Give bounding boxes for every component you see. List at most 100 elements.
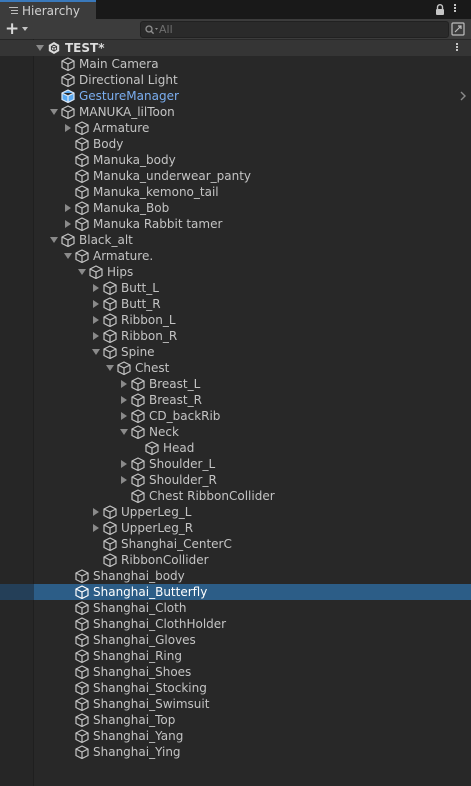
gameobject-icon — [131, 473, 145, 488]
hierarchy-row-shanghai-ring[interactable]: Shanghai_Ring — [0, 648, 471, 664]
hierarchy-row-shanghai-top[interactable]: Shanghai_Top — [0, 712, 471, 728]
hierarchy-row-butt-r[interactable]: Butt_R — [0, 296, 471, 312]
collapsed-arrow-icon[interactable] — [65, 124, 71, 132]
row-label: Armature. — [93, 249, 154, 263]
hierarchy-row-hips[interactable]: Hips — [0, 264, 471, 280]
row-label: Shanghai_Butterfly — [93, 585, 208, 599]
expanded-arrow-icon[interactable] — [50, 237, 58, 243]
hierarchy-row-shanghai-clothholder[interactable]: Shanghai_ClothHolder — [0, 616, 471, 632]
row-label: Shanghai_Stocking — [93, 681, 207, 695]
hierarchy-row-body[interactable]: Body — [0, 136, 471, 152]
collapsed-arrow-icon[interactable] — [121, 380, 127, 388]
expanded-arrow-icon[interactable] — [106, 365, 114, 371]
hierarchy-row-manuka-body[interactable]: Manuka_body — [0, 152, 471, 168]
collapsed-arrow-icon[interactable] — [65, 220, 71, 228]
lock-icon[interactable] — [435, 4, 445, 15]
hierarchy-row-shoulder-l[interactable]: Shoulder_L — [0, 456, 471, 472]
hierarchy-row-manuka-liltoon[interactable]: MANUKA_lilToon — [0, 104, 471, 120]
gameobject-icon — [61, 57, 75, 72]
gameobject-icon — [89, 265, 103, 280]
hierarchy-row-manuka-kemono-tail[interactable]: Manuka_kemono_tail — [0, 184, 471, 200]
row-label: Main Camera — [79, 57, 159, 71]
hierarchy-row-shanghai-shoes[interactable]: Shanghai_Shoes — [0, 664, 471, 680]
scene-visibility-icon[interactable] — [451, 22, 465, 36]
hierarchy-row-ribbon-r[interactable]: Ribbon_R — [0, 328, 471, 344]
search-input[interactable] — [159, 23, 419, 36]
hierarchy-row-gesturemanager[interactable]: GestureManager — [0, 88, 471, 104]
gameobject-icon — [75, 665, 89, 680]
hierarchy-row-main-camera[interactable]: Main Camera — [0, 56, 471, 72]
hierarchy-row-breast-l[interactable]: Breast_L — [0, 376, 471, 392]
hierarchy-row-upperleg-l[interactable]: UpperLeg_L — [0, 504, 471, 520]
collapsed-arrow-icon[interactable] — [93, 300, 99, 308]
hierarchy-tree[interactable]: TEST* Main Camera Directional Light Gesture… — [0, 39, 471, 786]
hierarchy-row-upperleg-r[interactable]: UpperLeg_R — [0, 520, 471, 536]
hierarchy-row-ribbon-l[interactable]: Ribbon_L — [0, 312, 471, 328]
expanded-arrow-icon[interactable] — [36, 45, 44, 51]
open-prefab-arrow-icon[interactable] — [459, 91, 467, 101]
gameobject-icon — [103, 345, 117, 360]
collapsed-arrow-icon[interactable] — [93, 284, 99, 292]
hierarchy-row-shanghai-yang[interactable]: Shanghai_Yang — [0, 728, 471, 744]
collapsed-arrow-icon[interactable] — [93, 332, 99, 340]
hierarchy-row-shanghai-body[interactable]: Shanghai_body — [0, 568, 471, 584]
hierarchy-row-shanghai-butterfly[interactable]: Shanghai_Butterfly — [0, 584, 471, 600]
collapsed-arrow-icon[interactable] — [121, 412, 127, 420]
hierarchy-row-chest[interactable]: Chest — [0, 360, 471, 376]
row-label: Breast_R — [149, 393, 202, 407]
expanded-arrow-icon[interactable] — [92, 349, 100, 355]
row-label: CD_backRib — [149, 409, 221, 423]
search-icon — [145, 24, 158, 34]
hierarchy-row-directional-light[interactable]: Directional Light — [0, 72, 471, 88]
hierarchy-row-cd-backrib[interactable]: CD_backRib — [0, 408, 471, 424]
hierarchy-row-chest-ribboncollider[interactable]: Chest RibbonCollider — [0, 488, 471, 504]
expanded-arrow-icon[interactable] — [78, 269, 86, 275]
hierarchy-row-ribboncollider[interactable]: RibbonCollider — [0, 552, 471, 568]
collapsed-arrow-icon[interactable] — [93, 508, 99, 516]
gameobject-icon — [75, 185, 89, 200]
scene-row[interactable]: TEST* — [0, 40, 471, 56]
hierarchy-row-black-alt[interactable]: Black_alt — [0, 232, 471, 248]
hierarchy-row-shanghai-cloth[interactable]: Shanghai_Cloth — [0, 600, 471, 616]
hierarchy-row-shanghai-gloves[interactable]: Shanghai_Gloves — [0, 632, 471, 648]
gameobject-icon — [131, 489, 145, 504]
hierarchy-tab[interactable]: Hierarchy — [0, 0, 96, 19]
hierarchy-row-head[interactable]: Head — [0, 440, 471, 456]
hierarchy-row-shanghai-ying[interactable]: Shanghai_Ying — [0, 744, 471, 760]
hierarchy-row-armature[interactable]: Armature — [0, 120, 471, 136]
hierarchy-row-shoulder-r[interactable]: Shoulder_R — [0, 472, 471, 488]
expanded-arrow-icon[interactable] — [120, 429, 128, 435]
collapsed-arrow-icon[interactable] — [121, 476, 127, 484]
row-label: Manuka_kemono_tail — [93, 185, 219, 199]
search-field[interactable] — [140, 21, 449, 38]
hierarchy-row-neck[interactable]: Neck — [0, 424, 471, 440]
hierarchy-row-shanghai-stocking[interactable]: Shanghai_Stocking — [0, 680, 471, 696]
gameobject-icon — [75, 137, 89, 152]
gameobject-icon — [103, 297, 117, 312]
hierarchy-row-breast-r[interactable]: Breast_R — [0, 392, 471, 408]
scene-menu-icon[interactable] — [455, 42, 459, 54]
collapsed-arrow-icon[interactable] — [65, 204, 71, 212]
row-label: Shanghai_Top — [93, 713, 176, 727]
hierarchy-row-manuka-rabbit-tamer[interactable]: Manuka Rabbit tamer — [0, 216, 471, 232]
collapsed-arrow-icon[interactable] — [121, 396, 127, 404]
gameobject-icon — [103, 313, 117, 328]
hierarchy-row-armature[interactable]: Armature. — [0, 248, 471, 264]
hierarchy-row-shanghai-swimsuit[interactable]: Shanghai_Swimsuit — [0, 696, 471, 712]
more-options-icon[interactable] — [453, 3, 457, 15]
collapsed-arrow-icon[interactable] — [93, 316, 99, 324]
create-button[interactable]: + — [5, 21, 33, 38]
hierarchy-row-butt-l[interactable]: Butt_L — [0, 280, 471, 296]
expanded-arrow-icon[interactable] — [64, 253, 72, 259]
expanded-arrow-icon[interactable] — [50, 109, 58, 115]
row-label: Ribbon_L — [121, 313, 176, 327]
hierarchy-row-manuka-underwear-panty[interactable]: Manuka_underwear_panty — [0, 168, 471, 184]
collapsed-arrow-icon[interactable] — [93, 524, 99, 532]
hierarchy-row-spine[interactable]: Spine — [0, 344, 471, 360]
unity-scene-icon — [47, 41, 61, 55]
hierarchy-row-shanghai-centerc[interactable]: Shanghai_CenterC — [0, 536, 471, 552]
row-label: Shoulder_R — [149, 473, 217, 487]
collapsed-arrow-icon[interactable] — [121, 460, 127, 468]
row-label: Spine — [121, 345, 155, 359]
hierarchy-row-manuka-bob[interactable]: Manuka_Bob — [0, 200, 471, 216]
